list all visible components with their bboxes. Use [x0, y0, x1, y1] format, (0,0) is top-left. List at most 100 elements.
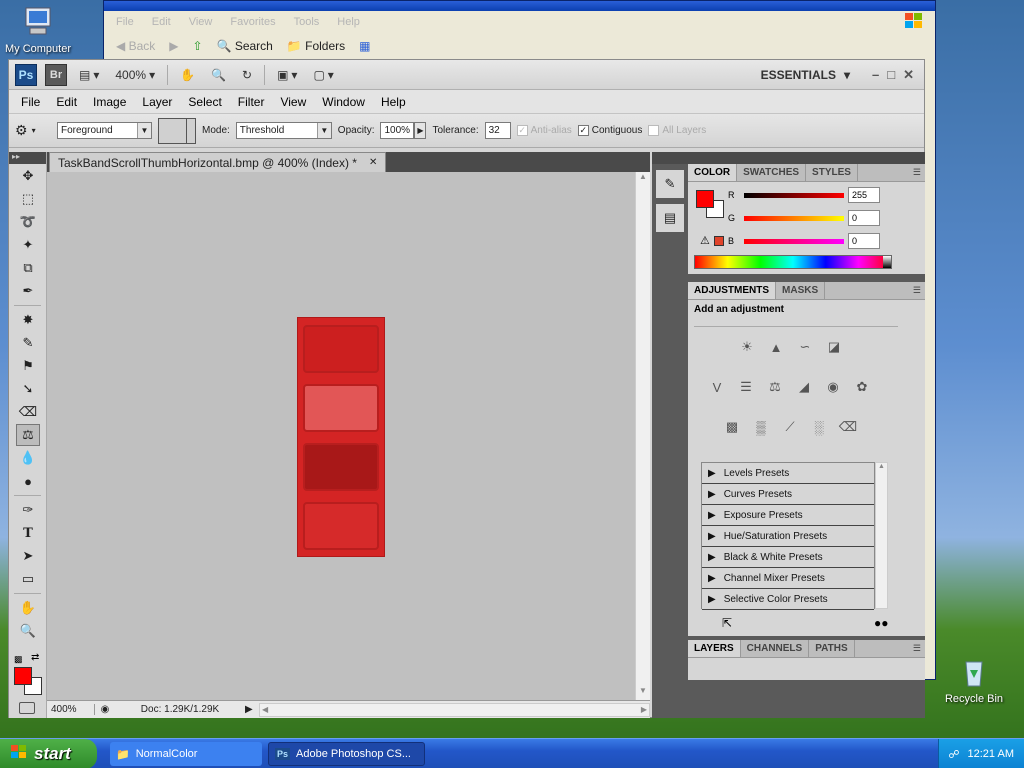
- menu-filter[interactable]: Filter: [230, 95, 273, 109]
- zoom-level-dropdown[interactable]: 400% ▾: [111, 64, 159, 86]
- levels-icon[interactable]: ▲: [765, 336, 787, 358]
- anti-alias-checkbox[interactable]: ✓: [516, 125, 528, 136]
- up-folder-icon[interactable]: ⇧: [192, 39, 202, 53]
- close-document-icon[interactable]: ✕: [369, 157, 377, 168]
- green-value-input[interactable]: 0: [848, 210, 880, 226]
- scroll-up-arrow-icon[interactable]: ▲: [636, 172, 650, 186]
- brightness-contrast-icon[interactable]: ☀: [736, 336, 758, 358]
- gradient-map-icon[interactable]: ░: [808, 416, 830, 438]
- gamut-warning-icon[interactable]: ⚠: [700, 234, 710, 247]
- arrange-documents-button[interactable]: ▣ ▾: [273, 64, 301, 86]
- menu-image[interactable]: Image: [85, 95, 134, 109]
- curves-icon[interactable]: ∽: [794, 336, 816, 358]
- color-balance-icon[interactable]: ⚖: [764, 376, 786, 398]
- opacity-slider-button[interactable]: ▶: [414, 122, 427, 139]
- menu-window[interactable]: Window: [314, 95, 373, 109]
- vibrance-icon[interactable]: V: [706, 376, 728, 398]
- lasso-tool-icon[interactable]: ➰: [16, 211, 40, 233]
- clip-to-layer-icon[interactable]: ●●: [874, 616, 889, 630]
- hand-tool-icon[interactable]: ✋: [176, 64, 199, 86]
- tab-adjustments[interactable]: ADJUSTMENTS: [688, 282, 777, 299]
- black-white-icon[interactable]: ◢: [793, 376, 815, 398]
- scroll-left-arrow-icon[interactable]: ◀: [262, 705, 268, 714]
- tab-channels[interactable]: CHANNELS: [741, 640, 810, 657]
- tab-styles[interactable]: STYLES: [806, 164, 858, 181]
- preset-exposure[interactable]: ▶ Exposure Presets: [702, 505, 874, 526]
- magic-wand-tool-icon[interactable]: ✦: [16, 234, 40, 256]
- history-brush-tool-icon[interactable]: ➘: [16, 378, 40, 400]
- collapsed-dock-strip[interactable]: [652, 152, 688, 164]
- status-zoom-field[interactable]: 400%: [47, 704, 95, 715]
- back-button[interactable]: ◀ Back: [116, 39, 155, 53]
- channel-mixer-icon[interactable]: ✿: [851, 376, 873, 398]
- status-info-icon[interactable]: ◉: [95, 704, 115, 715]
- invert-icon[interactable]: ▩: [721, 416, 743, 438]
- gamut-color-chip[interactable]: [714, 236, 724, 246]
- panel-menu-icon[interactable]: ☰: [913, 640, 925, 657]
- canvas-horizontal-scrollbar[interactable]: ◀ ▶: [259, 702, 650, 717]
- minimize-button[interactable]: –: [872, 67, 879, 82]
- close-button[interactable]: ✕: [903, 67, 914, 83]
- panel-dock-strip[interactable]: [688, 152, 925, 164]
- blur-tool-icon[interactable]: 💧: [16, 447, 40, 469]
- search-button[interactable]: 🔍 Search: [217, 39, 273, 53]
- paint-bucket-tool-preset-icon[interactable]: ⚙ ▾: [15, 122, 51, 139]
- blue-slider[interactable]: [744, 238, 844, 244]
- presets-scrollbar[interactable]: ▲: [875, 462, 888, 609]
- opacity-input[interactable]: 100%: [380, 122, 415, 139]
- menu-view[interactable]: View: [272, 95, 314, 109]
- forward-button[interactable]: ▶: [169, 39, 178, 53]
- explorer-menu-favorites[interactable]: Favorites: [230, 16, 275, 28]
- menu-help[interactable]: Help: [373, 95, 414, 109]
- selective-color-icon[interactable]: ⌫: [837, 416, 859, 438]
- tab-masks[interactable]: MASKS: [776, 282, 826, 299]
- type-tool-icon[interactable]: T: [16, 522, 40, 544]
- dodge-tool-icon[interactable]: ●: [16, 470, 40, 492]
- preset-channel-mixer[interactable]: ▶ Channel Mixer Presets: [702, 568, 874, 589]
- foreground-color-swatch[interactable]: [14, 667, 32, 685]
- zoom-tool-icon[interactable]: 🔍: [207, 64, 230, 86]
- rotate-view-icon[interactable]: ↻: [238, 64, 256, 86]
- tab-color[interactable]: COLOR: [688, 164, 738, 181]
- views-button[interactable]: ▦: [359, 39, 370, 53]
- pen-tool-icon[interactable]: ✑: [16, 499, 40, 521]
- tolerance-input[interactable]: 32: [484, 122, 511, 139]
- explorer-menu-view[interactable]: View: [189, 16, 213, 28]
- recycle-bin-desktop-icon[interactable]: Recycle Bin: [934, 654, 1014, 705]
- preset-hue-saturation[interactable]: ▶ Hue/Saturation Presets: [702, 526, 874, 547]
- hand-tool-icon[interactable]: ✋: [16, 597, 40, 619]
- preset-levels[interactable]: ▶ Levels Presets: [702, 463, 874, 484]
- clone-stamp-tool-icon[interactable]: ⚑: [16, 355, 40, 377]
- preset-black-white[interactable]: ▶ Black & White Presets: [702, 547, 874, 568]
- all-layers-checkbox[interactable]: [648, 125, 660, 136]
- explorer-menu-edit[interactable]: Edit: [152, 16, 171, 28]
- history-panel-icon[interactable]: ✎: [656, 170, 684, 198]
- blend-mode-select[interactable]: Threshold ▼: [235, 122, 332, 139]
- posterize-icon[interactable]: ▒: [750, 416, 772, 438]
- paint-bucket-tool-icon[interactable]: ⚖: [16, 424, 40, 446]
- start-button[interactable]: start: [0, 739, 97, 768]
- workspace-switcher[interactable]: ESSENTIALS ▾ – □ ✕: [761, 67, 924, 83]
- threshold-icon[interactable]: ⟋: [779, 416, 801, 438]
- menu-layer[interactable]: Layer: [134, 95, 180, 109]
- tray-network-icon[interactable]: ☍: [948, 748, 959, 761]
- tab-layers[interactable]: LAYERS: [688, 640, 741, 657]
- tools-panel-collapse[interactable]: ▸▸: [9, 152, 46, 164]
- clock[interactable]: 12:21 AM: [968, 748, 1014, 760]
- hue-saturation-icon[interactable]: ☰: [735, 376, 757, 398]
- default-colors-icon[interactable]: ▩: [14, 654, 23, 665]
- canvas-vertical-scrollbar[interactable]: ▲ ▼: [635, 172, 650, 700]
- status-menu-arrow-icon[interactable]: ▶: [245, 704, 259, 715]
- document-tab[interactable]: TaskBandScrollThumbHorizontal.bmp @ 400%…: [49, 152, 387, 172]
- my-computer-desktop-icon[interactable]: My Computer: [0, 4, 78, 55]
- pattern-picker[interactable]: [158, 117, 196, 144]
- eraser-tool-icon[interactable]: ⌫: [16, 401, 40, 423]
- taskbar-item-normalcolor[interactable]: 📁 NormalColor: [110, 742, 262, 766]
- view-extras-button[interactable]: ▤ ▾: [75, 64, 103, 86]
- menu-edit[interactable]: Edit: [48, 95, 85, 109]
- tab-swatches[interactable]: SWATCHES: [737, 164, 807, 181]
- launch-bridge-button[interactable]: Br: [45, 63, 67, 86]
- taskbar-item-photoshop[interactable]: Ps Adobe Photoshop CS...: [268, 742, 425, 766]
- blue-value-input[interactable]: 0: [848, 233, 880, 249]
- maximize-button[interactable]: □: [887, 67, 895, 82]
